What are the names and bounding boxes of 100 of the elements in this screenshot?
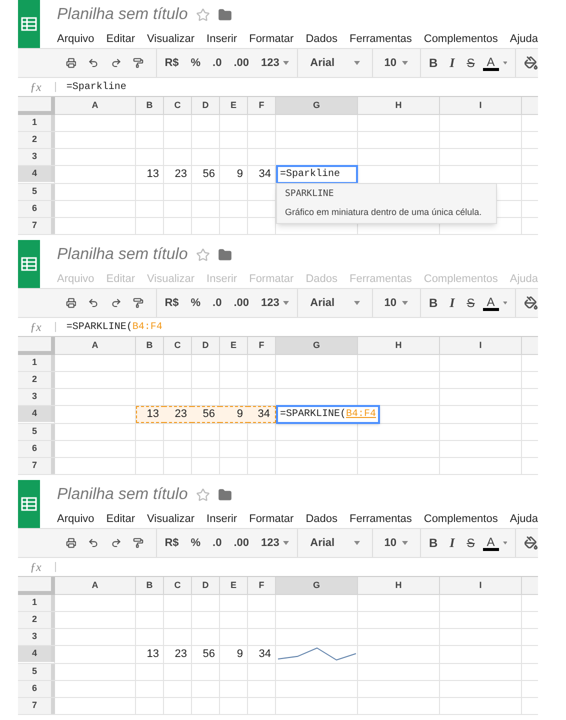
row-header[interactable]: 7 — [18, 698, 55, 714]
text-color-button[interactable]: A — [482, 296, 499, 310]
undo-icon[interactable] — [88, 56, 99, 70]
decrease-decimals-button[interactable]: .0 — [208, 538, 226, 548]
font-dropdown[interactable]: Arial — [302, 54, 368, 72]
column-header[interactable]: C — [164, 337, 192, 355]
column-header[interactable]: H — [358, 97, 440, 115]
menu-item[interactable]: Formatar — [249, 511, 294, 528]
decrease-decimals-button[interactable]: .0 — [208, 58, 226, 68]
column-header[interactable]: H — [358, 577, 440, 595]
folder-icon[interactable] — [218, 488, 232, 502]
folder-icon[interactable] — [218, 8, 232, 22]
column-header[interactable]: I — [440, 577, 522, 595]
menu-item[interactable]: Arquivo — [56, 511, 94, 528]
row-header[interactable]: 3 — [18, 629, 55, 645]
document-title[interactable]: Planilha sem título — [56, 3, 188, 27]
row-header[interactable]: 5 — [18, 664, 55, 680]
menu-item[interactable]: Visualizar — [147, 31, 195, 48]
column-header[interactable]: B — [136, 97, 164, 115]
percent-button[interactable]: % — [186, 538, 205, 548]
currency-button[interactable]: R$ — [160, 58, 183, 68]
row-header[interactable]: 6 — [18, 201, 55, 217]
menu-item[interactable]: Formatar — [249, 31, 294, 48]
column-header[interactable]: A — [55, 97, 136, 115]
column-header[interactable]: B — [136, 577, 164, 595]
number-format-button[interactable]: 123 — [257, 58, 294, 68]
row-header[interactable]: 3 — [18, 389, 55, 405]
column-header[interactable]: B — [136, 337, 164, 355]
row-header[interactable]: 1 — [18, 595, 55, 611]
bold-button[interactable]: B — [425, 294, 442, 312]
italic-button[interactable]: I — [446, 293, 459, 313]
number-format-button[interactable]: 123 — [257, 538, 294, 548]
fill-color-icon[interactable] — [524, 536, 538, 550]
folder-icon[interactable] — [218, 248, 232, 262]
row-header[interactable]: 7 — [18, 458, 55, 474]
star-icon[interactable] — [196, 8, 210, 22]
row-header[interactable]: 3 — [18, 149, 55, 165]
column-header[interactable]: I — [440, 337, 522, 355]
font-size-dropdown[interactable]: 10 — [376, 294, 416, 312]
row-header[interactable]: 1 — [18, 355, 55, 371]
print-icon[interactable] — [66, 296, 76, 310]
number-format-button[interactable]: 123 — [257, 298, 294, 308]
paint-format-icon[interactable] — [133, 536, 144, 550]
document-title[interactable]: Planilha sem título — [56, 243, 188, 267]
increase-decimals-button[interactable]: .00 — [230, 58, 254, 68]
row-header[interactable]: 2 — [18, 612, 55, 628]
column-header[interactable]: A — [55, 337, 136, 355]
column-header[interactable]: E — [220, 577, 248, 595]
bold-button[interactable]: B — [425, 54, 442, 72]
row-header[interactable]: 5 — [18, 184, 55, 200]
menu-item[interactable]: Editar — [106, 31, 136, 48]
increase-decimals-button[interactable]: .00 — [230, 538, 254, 548]
column-header[interactable]: C — [164, 577, 192, 595]
print-icon[interactable] — [66, 56, 76, 70]
font-size-dropdown[interactable]: 10 — [376, 534, 416, 552]
column-header[interactable]: F — [248, 337, 276, 355]
column-header[interactable]: F — [248, 577, 276, 595]
percent-button[interactable]: % — [186, 298, 205, 308]
currency-button[interactable]: R$ — [160, 538, 183, 548]
strikethrough-button[interactable]: S — [462, 54, 479, 72]
font-dropdown[interactable]: Arial — [302, 534, 368, 552]
column-header[interactable]: C — [164, 97, 192, 115]
redo-icon[interactable] — [110, 536, 122, 550]
column-header[interactable]: E — [220, 337, 248, 355]
column-header[interactable]: F — [248, 97, 276, 115]
undo-icon[interactable] — [88, 536, 99, 550]
formula-bar[interactable]: =Sparkline — [66, 79, 126, 95]
strikethrough-button[interactable]: S — [462, 294, 479, 312]
app-logo[interactable] — [18, 240, 40, 288]
column-header[interactable]: D — [192, 337, 220, 355]
strikethrough-button[interactable]: S — [462, 534, 479, 552]
column-header[interactable]: I — [440, 97, 522, 115]
menu-item[interactable]: Dados — [306, 31, 338, 48]
autocomplete-popup[interactable]: SPARKLINE Gráfico em miniatura dentro de uma única célula. — [276, 183, 497, 224]
document-title[interactable]: Planilha sem título — [56, 483, 188, 507]
row-header[interactable]: 5 — [18, 424, 55, 440]
row-header[interactable]: 1 — [18, 115, 55, 131]
row-header[interactable]: 7 — [18, 218, 55, 234]
column-header[interactable]: A — [55, 577, 136, 595]
row-header[interactable]: 4 — [18, 406, 55, 422]
column-header[interactable]: D — [192, 97, 220, 115]
paint-format-icon[interactable] — [133, 296, 144, 310]
menu-item[interactable]: Visualizar — [147, 511, 195, 528]
row-header[interactable]: 4 — [18, 166, 55, 182]
formula-bar[interactable]: =SPARKLINE(B4:F4 — [66, 319, 162, 335]
menu-item[interactable]: Ferramentas — [350, 31, 412, 48]
bold-button[interactable]: B — [425, 534, 442, 552]
fill-color-icon[interactable] — [524, 56, 538, 70]
percent-button[interactable]: % — [186, 58, 205, 68]
column-header[interactable]: H — [358, 337, 440, 355]
menu-item[interactable]: Ajuda — [510, 511, 538, 528]
undo-icon[interactable] — [88, 296, 99, 310]
menu-item[interactable]: Dados — [306, 511, 338, 528]
app-logo[interactable] — [18, 480, 40, 528]
fill-color-icon[interactable] — [524, 296, 538, 310]
row-header[interactable]: 2 — [18, 132, 55, 148]
font-size-dropdown[interactable]: 10 — [376, 54, 416, 72]
menu-item[interactable]: Ajuda — [510, 31, 538, 48]
row-header[interactable]: 4 — [18, 646, 55, 662]
italic-button[interactable]: I — [446, 533, 459, 553]
